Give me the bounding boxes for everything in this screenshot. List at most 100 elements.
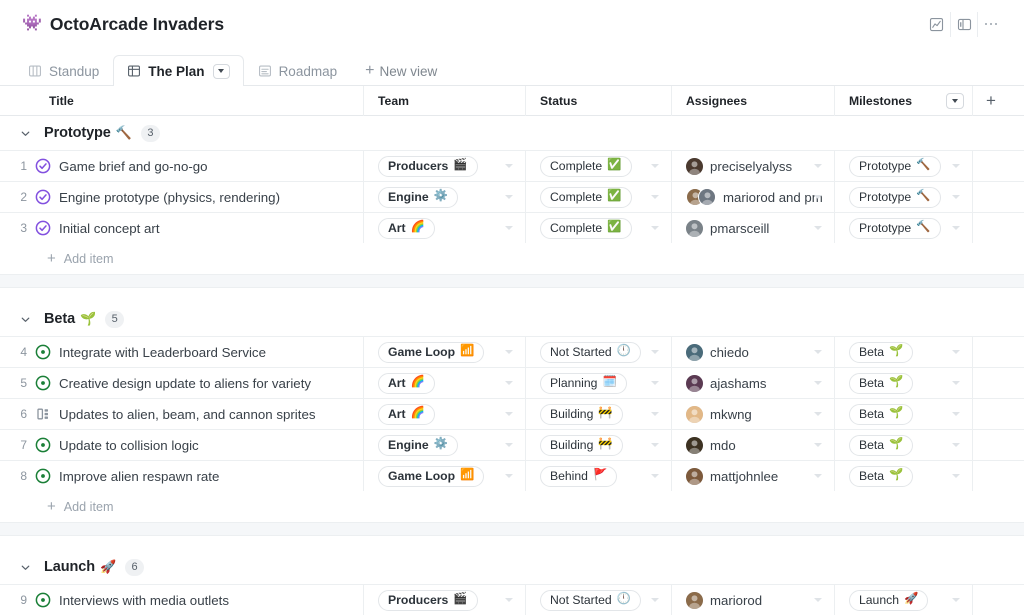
- cell-chevron-down-icon[interactable]: [952, 412, 960, 416]
- team-pill[interactable]: Art🌈: [378, 404, 435, 425]
- cell-milestones[interactable]: Beta🌱: [835, 337, 973, 367]
- tab-new-view[interactable]: + New view: [351, 55, 451, 86]
- add-item-button[interactable]: +Add item: [0, 491, 1024, 522]
- cell-team[interactable]: Art🌈: [364, 213, 526, 243]
- status-pill[interactable]: Behind🚩: [540, 466, 617, 487]
- cell-title[interactable]: 7Update to collision logic: [0, 430, 364, 460]
- tab-the-plan[interactable]: The Plan: [113, 55, 243, 86]
- cell-chevron-down-icon[interactable]: [651, 350, 659, 354]
- cell-assignees[interactable]: mkwng: [672, 399, 835, 429]
- cell-chevron-down-icon[interactable]: [505, 164, 513, 168]
- cell-status[interactable]: Building🚧: [526, 430, 672, 460]
- cell-chevron-down-icon[interactable]: [651, 412, 659, 416]
- cell-chevron-down-icon[interactable]: [952, 598, 960, 602]
- cell-chevron-down-icon[interactable]: [505, 226, 513, 230]
- cell-title[interactable]: 6Updates to alien, beam, and cannon spri…: [0, 399, 364, 429]
- cell-chevron-down-icon[interactable]: [952, 164, 960, 168]
- cell-chevron-down-icon[interactable]: [505, 412, 513, 416]
- cell-assignees[interactable]: mariorod: [672, 585, 835, 615]
- table-row[interactable]: 1Game brief and go-no-goProducers🎬Comple…: [0, 150, 1024, 181]
- group-collapse-chevron-down-icon[interactable]: [16, 310, 34, 328]
- cell-chevron-down-icon[interactable]: [952, 443, 960, 447]
- table-row[interactable]: 5Creative design update to aliens for va…: [0, 367, 1024, 398]
- cell-assignees[interactable]: preciselyalyss: [672, 151, 835, 181]
- cell-chevron-down-icon[interactable]: [505, 474, 513, 478]
- cell-team[interactable]: Art🌈: [364, 399, 526, 429]
- cell-chevron-down-icon[interactable]: [814, 381, 822, 385]
- cell-chevron-down-icon[interactable]: [651, 443, 659, 447]
- team-pill[interactable]: Game Loop📶: [378, 342, 484, 363]
- add-item-button[interactable]: +Add item: [0, 243, 1024, 274]
- table-row[interactable]: 2Engine prototype (physics, rendering) En…: [0, 181, 1024, 212]
- group-collapse-chevron-down-icon[interactable]: [16, 124, 34, 142]
- cell-chevron-down-icon[interactable]: [814, 226, 822, 230]
- milestone-pill[interactable]: Beta🌱: [849, 466, 913, 487]
- cell-chevron-down-icon[interactable]: [814, 164, 822, 168]
- cell-milestones[interactable]: Launch🚀: [835, 585, 973, 615]
- cell-chevron-down-icon[interactable]: [814, 474, 822, 478]
- more-options-icon[interactable]: [977, 12, 1004, 37]
- cell-title[interactable]: 4Integrate with Leaderboard Service: [0, 337, 364, 367]
- table-row[interactable]: 9Interviews with media outletsProducers🎬…: [0, 584, 1024, 615]
- cell-chevron-down-icon[interactable]: [651, 474, 659, 478]
- cell-chevron-down-icon[interactable]: [505, 598, 513, 602]
- cell-milestones[interactable]: Beta🌱: [835, 430, 973, 460]
- group-collapse-chevron-down-icon[interactable]: [16, 558, 34, 576]
- cell-status[interactable]: Not Started🕛: [526, 337, 672, 367]
- cell-assignees[interactable]: pmarsceill: [672, 213, 835, 243]
- cell-status[interactable]: Complete✅: [526, 213, 672, 243]
- cell-status[interactable]: Building🚧: [526, 399, 672, 429]
- milestone-pill[interactable]: Prototype🔨: [849, 218, 941, 239]
- table-row[interactable]: 6Updates to alien, beam, and cannon spri…: [0, 398, 1024, 429]
- cell-assignees[interactable]: mattjohnlee: [672, 461, 835, 491]
- status-pill[interactable]: Not Started🕛: [540, 590, 641, 611]
- status-pill[interactable]: Building🚧: [540, 435, 623, 456]
- cell-status[interactable]: Behind🚩: [526, 461, 672, 491]
- cell-chevron-down-icon[interactable]: [952, 350, 960, 354]
- milestone-pill[interactable]: Beta🌱: [849, 342, 913, 363]
- column-header-milestones[interactable]: Milestones: [835, 86, 973, 116]
- cell-assignees[interactable]: ajashams: [672, 368, 835, 398]
- cell-title[interactable]: 3Initial concept art: [0, 213, 364, 243]
- team-pill[interactable]: Game Loop📶: [378, 466, 484, 487]
- cell-status[interactable]: Complete✅: [526, 182, 672, 212]
- cell-chevron-down-icon[interactable]: [505, 443, 513, 447]
- table-row[interactable]: 7Update to collision logic Engine⚙️ Buildi…: [0, 429, 1024, 460]
- column-header-status[interactable]: Status: [526, 86, 672, 116]
- status-pill[interactable]: Building🚧: [540, 404, 623, 425]
- cell-status[interactable]: Not Started🕛: [526, 585, 672, 615]
- column-header-assignees[interactable]: Assignees: [672, 86, 835, 116]
- cell-team[interactable]: Engine⚙️: [364, 182, 526, 212]
- milestones-chevron-down-icon[interactable]: [946, 93, 964, 109]
- cell-chevron-down-icon[interactable]: [814, 195, 822, 199]
- cell-team[interactable]: Game Loop📶: [364, 337, 526, 367]
- cell-milestones[interactable]: Beta🌱: [835, 368, 973, 398]
- team-pill[interactable]: Art🌈: [378, 373, 435, 394]
- cell-chevron-down-icon[interactable]: [814, 443, 822, 447]
- cell-chevron-down-icon[interactable]: [651, 226, 659, 230]
- tab-menu-chevron-down-icon[interactable]: [213, 64, 230, 79]
- cell-status[interactable]: Complete✅: [526, 151, 672, 181]
- cell-milestones[interactable]: Beta🌱: [835, 461, 973, 491]
- table-row[interactable]: 8Improve alien respawn rate Game Loop📶 Beh…: [0, 460, 1024, 491]
- milestone-pill[interactable]: Beta🌱: [849, 373, 913, 394]
- milestone-pill[interactable]: Prototype🔨: [849, 156, 941, 177]
- group-header[interactable]: Beta🌱5: [0, 302, 1024, 336]
- cell-title[interactable]: 2Engine prototype (physics, rendering): [0, 182, 364, 212]
- team-pill[interactable]: Engine⚙️: [378, 435, 458, 456]
- cell-team[interactable]: Engine⚙️: [364, 430, 526, 460]
- cell-assignees[interactable]: mdo: [672, 430, 835, 460]
- tab-standup[interactable]: Standup: [14, 55, 113, 86]
- cell-team[interactable]: Producers🎬: [364, 151, 526, 181]
- cell-chevron-down-icon[interactable]: [952, 195, 960, 199]
- cell-title[interactable]: 1Game brief and go-no-go: [0, 151, 364, 181]
- cell-status[interactable]: Planning🗓️: [526, 368, 672, 398]
- cell-team[interactable]: Game Loop📶: [364, 461, 526, 491]
- cell-chevron-down-icon[interactable]: [952, 226, 960, 230]
- cell-team[interactable]: Art🌈: [364, 368, 526, 398]
- cell-title[interactable]: 8Improve alien respawn rate: [0, 461, 364, 491]
- cell-chevron-down-icon[interactable]: [952, 474, 960, 478]
- team-pill[interactable]: Engine⚙️: [378, 187, 458, 208]
- cell-chevron-down-icon[interactable]: [651, 381, 659, 385]
- cell-chevron-down-icon[interactable]: [505, 381, 513, 385]
